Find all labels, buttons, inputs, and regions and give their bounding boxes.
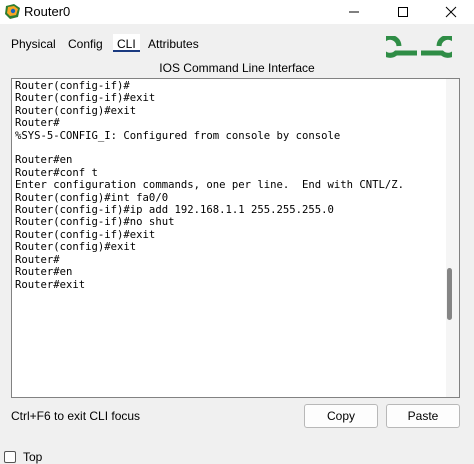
minimize-button[interactable] (334, 0, 374, 24)
terminal-line: Router(config-if)# (15, 80, 130, 92)
terminal-line: Router#conf t (15, 166, 98, 179)
close-button[interactable] (431, 0, 471, 24)
cli-terminal[interactable]: Router(config-if)# Router(config-if)#exit… (11, 78, 460, 398)
tab-config[interactable]: Config (68, 37, 103, 51)
scrollbar-thumb[interactable] (447, 268, 452, 320)
terminal-line: %SYS-5-CONFIG_I: Configured from console… (15, 129, 341, 142)
tab-attributes[interactable]: Attributes (148, 37, 199, 51)
panel-title: IOS Command Line Interface (159, 61, 315, 75)
tab-physical[interactable]: Physical (11, 37, 56, 51)
terminal-scrollbar[interactable] (446, 79, 459, 397)
terminal-line: Router(config-if)#ip add 192.168.1.1 255… (15, 204, 334, 217)
terminal-line: Router(config-if)#exit (15, 92, 156, 105)
title-bar: Router0 (0, 0, 474, 24)
terminal-line: Router(config)#exit (15, 104, 137, 117)
tab-cli-label: CLI (117, 37, 136, 51)
window-title: Router0 (24, 4, 71, 19)
terminal-line: Router(config-if)#no shut (15, 216, 175, 229)
top-checkbox[interactable] (4, 451, 16, 463)
terminal-line: Router#en (15, 154, 73, 167)
terminal-line: Router(config-if)#exit (15, 228, 156, 241)
terminal-line: Router(config)#int fa0/0 (15, 191, 169, 204)
focus-hint: Ctrl+F6 to exit CLI focus (11, 409, 141, 423)
tab-cli[interactable]: CLI (113, 34, 140, 52)
terminal-line: Router# (15, 253, 60, 266)
terminal-line: Enter configuration commands, one per li… (15, 179, 405, 192)
active-tab-indicator (113, 50, 140, 52)
copy-button[interactable]: Copy (304, 404, 378, 428)
app-icon (4, 3, 22, 21)
maximize-button[interactable] (383, 0, 423, 24)
paste-button[interactable]: Paste (386, 404, 460, 428)
top-label: Top (23, 450, 43, 464)
terminal-output: Router(config-if)# Router(config-if)#exit… (15, 80, 404, 291)
terminal-line: Router(config)#exit (15, 241, 137, 254)
terminal-line: Router#en (15, 266, 73, 279)
terminal-line: Router# (15, 117, 60, 130)
terminal-line: Router#exit (15, 278, 86, 291)
